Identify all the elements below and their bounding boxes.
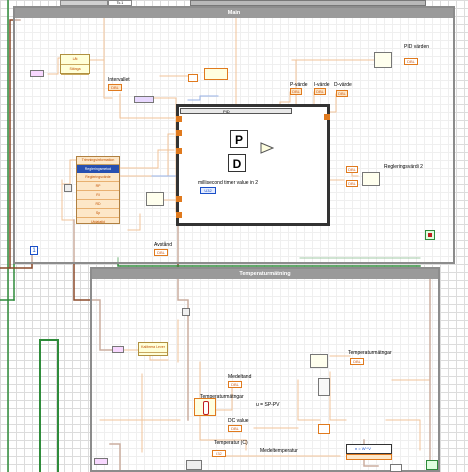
intervallet-control[interactable]: DBL [108,84,122,91]
medeltand-label: Medeltand [228,374,252,380]
unbundle-node [64,184,72,192]
pid-case-selector[interactable]: PID [180,108,292,114]
array-index-node [318,378,330,396]
temp-property-node-2 [94,458,108,465]
amplifier-triangle [260,142,274,154]
temp-matningar-label-1: Temperaturmätngar [348,350,392,356]
formula-label: n = W'^V [355,446,371,451]
trim-cluster[interactable]: Trimningsinformation Regleringsmetod Reg… [76,156,120,224]
temp-bundle-1 [310,354,328,368]
avstand-indicator: DBL [154,249,168,256]
timer-node [204,68,228,80]
trim-item-3: RP [77,182,119,191]
main-frame-title: Main [15,8,453,18]
temp-matningar-indicator: DBL [350,358,364,365]
temp-frame: Temperaturmätning [90,267,440,472]
case-selector[interactable]: Låt Stänga [60,54,90,75]
d-varde-label: D-värde [334,82,352,88]
case-row-1: Låt [61,55,89,65]
pid-out-indicator: DBL [404,58,418,65]
p-block: P [230,130,248,148]
d-block: D [228,154,246,172]
subtract-node [318,424,330,434]
d-varde-control[interactable]: DBL [336,90,348,97]
formula-output [346,454,392,460]
dc-value-indicator: DBL [228,425,242,432]
trim-item-1: Regleringsmetod [77,165,119,173]
trim-cluster-header: Trimningsinformation [77,157,119,165]
medeltand-indicator: DBL [228,381,242,388]
case-row-2: Stänga [61,65,89,75]
i-varde-control[interactable]: DBL [314,88,326,95]
trim-item-6: Sp [77,209,119,218]
reglering-label: Regleringsvärdi 2 [384,164,423,170]
loop-tunnel-4 [176,196,182,202]
pid-varden-label: PID värden [404,44,430,50]
stop-terminal [425,230,435,240]
trim-item-2: Regleringsvärde [77,173,119,182]
wait-node [134,96,154,103]
thermometer-node [194,398,216,416]
pid-loop [176,104,330,226]
trim-item-4: RI [77,191,119,200]
u-spv-label: u = SP-PV [256,402,280,408]
property-node [30,70,44,77]
temp-error-node [182,308,190,316]
pid-case-label: PID [223,109,230,114]
loop-tunnel-1 [176,116,182,122]
temp-bundle-2 [186,460,202,470]
trim-item-7: Utdatatid [90,220,105,224]
loop-tunnel-3 [176,148,182,154]
cluster-bundle-pid [374,52,392,68]
temp-stop-terminal [426,460,438,470]
temp-frame-title: Temperaturmätning [92,269,438,279]
compare-node [188,74,198,82]
loop-tunnel-6 [324,114,330,120]
temp-output-terminal [390,464,402,472]
temp-c-indicator: I32 [212,450,226,457]
temperatur-c-label: Temperatur (C) [214,440,248,446]
millisecond-label: millisecond timer value in 2 [198,180,259,186]
reglering-ind-1: DBL [346,166,358,173]
temp-case-selector[interactable]: Kalibrera Lever [138,342,168,356]
temp-case-row: Kalibrera Lever [139,343,167,353]
intervallet-label: Intervallet [108,77,130,83]
temp-property-node [112,346,124,353]
avstand-label: Avstånd [154,242,172,248]
loop-tunnel-2 [176,130,182,136]
trim-item-5: RD [77,200,119,209]
millisecond-indicator: U32 [200,187,216,194]
p-varde-control[interactable]: DBL [290,88,302,95]
medeltemperatur-label: Medeltemperatur [260,448,298,454]
reglering-ind-2: DBL [346,180,358,187]
loop-tunnel-5 [176,212,182,218]
dc-value-label: DC value [228,418,249,424]
formula-node: n = W'^V [346,444,392,454]
reglering-bundle [362,172,380,186]
iteration-terminal: 1 [30,246,38,255]
bundle-node [146,192,164,206]
